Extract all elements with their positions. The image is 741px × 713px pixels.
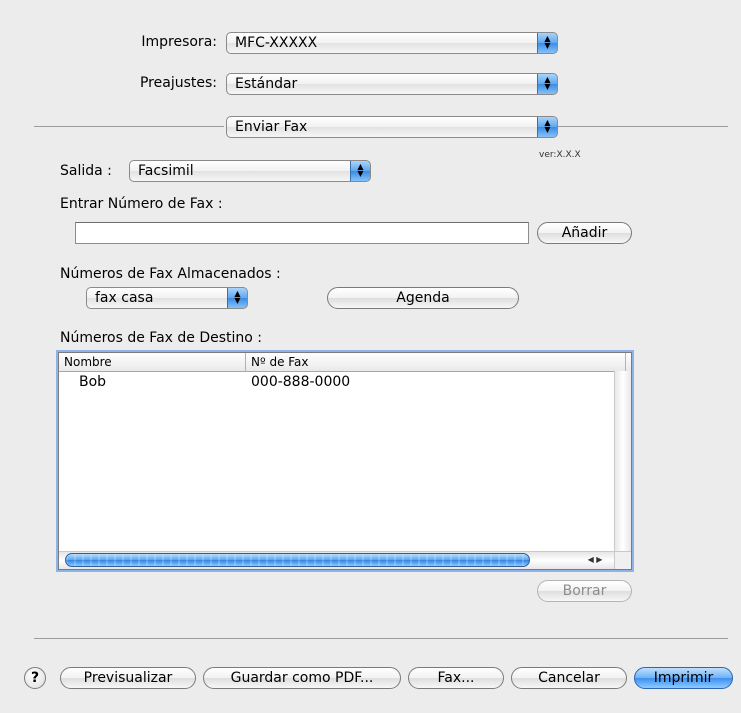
delete-button[interactable]: Borrar (537, 580, 632, 602)
scroll-arrows-icon[interactable]: ◀ ▶ (577, 553, 613, 567)
scroll-thumb[interactable] (65, 553, 530, 567)
panel-popup[interactable]: Enviar Fax ▲ ▼ (226, 116, 558, 138)
save-pdf-button[interactable]: Guardar como PDF... (203, 667, 401, 689)
printer-popup[interactable]: MFC-XXXXX ▲ ▼ (226, 32, 558, 54)
presets-popup[interactable]: Estándar ▲ ▼ (226, 73, 558, 95)
output-popup[interactable]: Facsimil ▲ ▼ (129, 160, 371, 182)
stored-label: Números de Fax Almacenados : (60, 266, 281, 282)
table-row[interactable]: Bob 000-888-0000 (59, 373, 613, 391)
printer-label: Impresora: (141, 34, 217, 50)
agenda-button[interactable]: Agenda (327, 287, 519, 309)
separator-bottom (34, 638, 728, 639)
output-value: Facsimil (138, 163, 194, 179)
row-name: Bob (79, 374, 107, 390)
cancel-button[interactable]: Cancelar (511, 667, 627, 689)
row-fax: 000-888-0000 (251, 374, 351, 390)
separator-left (34, 126, 224, 127)
stored-popup[interactable]: fax casa ▲ ▼ (86, 287, 248, 309)
help-icon[interactable]: ? (24, 667, 46, 689)
column-header-name[interactable]: Nombre (59, 353, 246, 371)
presets-label: Preajustes: (139, 75, 217, 91)
fax-number-label: Entrar Número de Fax : (60, 196, 223, 212)
vertical-scrollbar[interactable] (614, 371, 631, 551)
presets-value: Estándar (235, 76, 298, 92)
stored-value: fax casa (95, 290, 154, 306)
destination-label: Números de Fax de Destino : (60, 330, 263, 346)
popup-arrows-icon: ▲ ▼ (227, 288, 247, 308)
scroll-corner (614, 552, 631, 569)
print-button[interactable]: Imprimir (634, 667, 733, 689)
popup-arrows-icon: ▲ ▼ (350, 161, 370, 181)
popup-arrows-icon: ▲ ▼ (537, 117, 557, 137)
separator-right (558, 126, 728, 127)
popup-arrows-icon: ▲ ▼ (537, 74, 557, 94)
printer-value: MFC-XXXXX (235, 35, 318, 51)
horizontal-scrollbar[interactable]: ◀ ▶ (59, 551, 631, 569)
preview-button[interactable]: Previsualizar (60, 667, 196, 689)
popup-arrows-icon: ▲ ▼ (537, 33, 557, 53)
add-button[interactable]: Añadir (537, 222, 632, 244)
panel-value: Enviar Fax (235, 119, 308, 135)
fax-button[interactable]: Fax... (408, 667, 504, 689)
fax-number-input[interactable] (75, 222, 529, 244)
table-header: Nombre Nº de Fax (59, 353, 631, 372)
destination-table[interactable]: Nombre Nº de Fax Bob 000-888-0000 ◀ ▶ (58, 352, 632, 570)
column-header-fax[interactable]: Nº de Fax (246, 353, 626, 371)
version-label: ver:X.X.X (539, 150, 581, 160)
output-label: Salida : (60, 163, 112, 179)
